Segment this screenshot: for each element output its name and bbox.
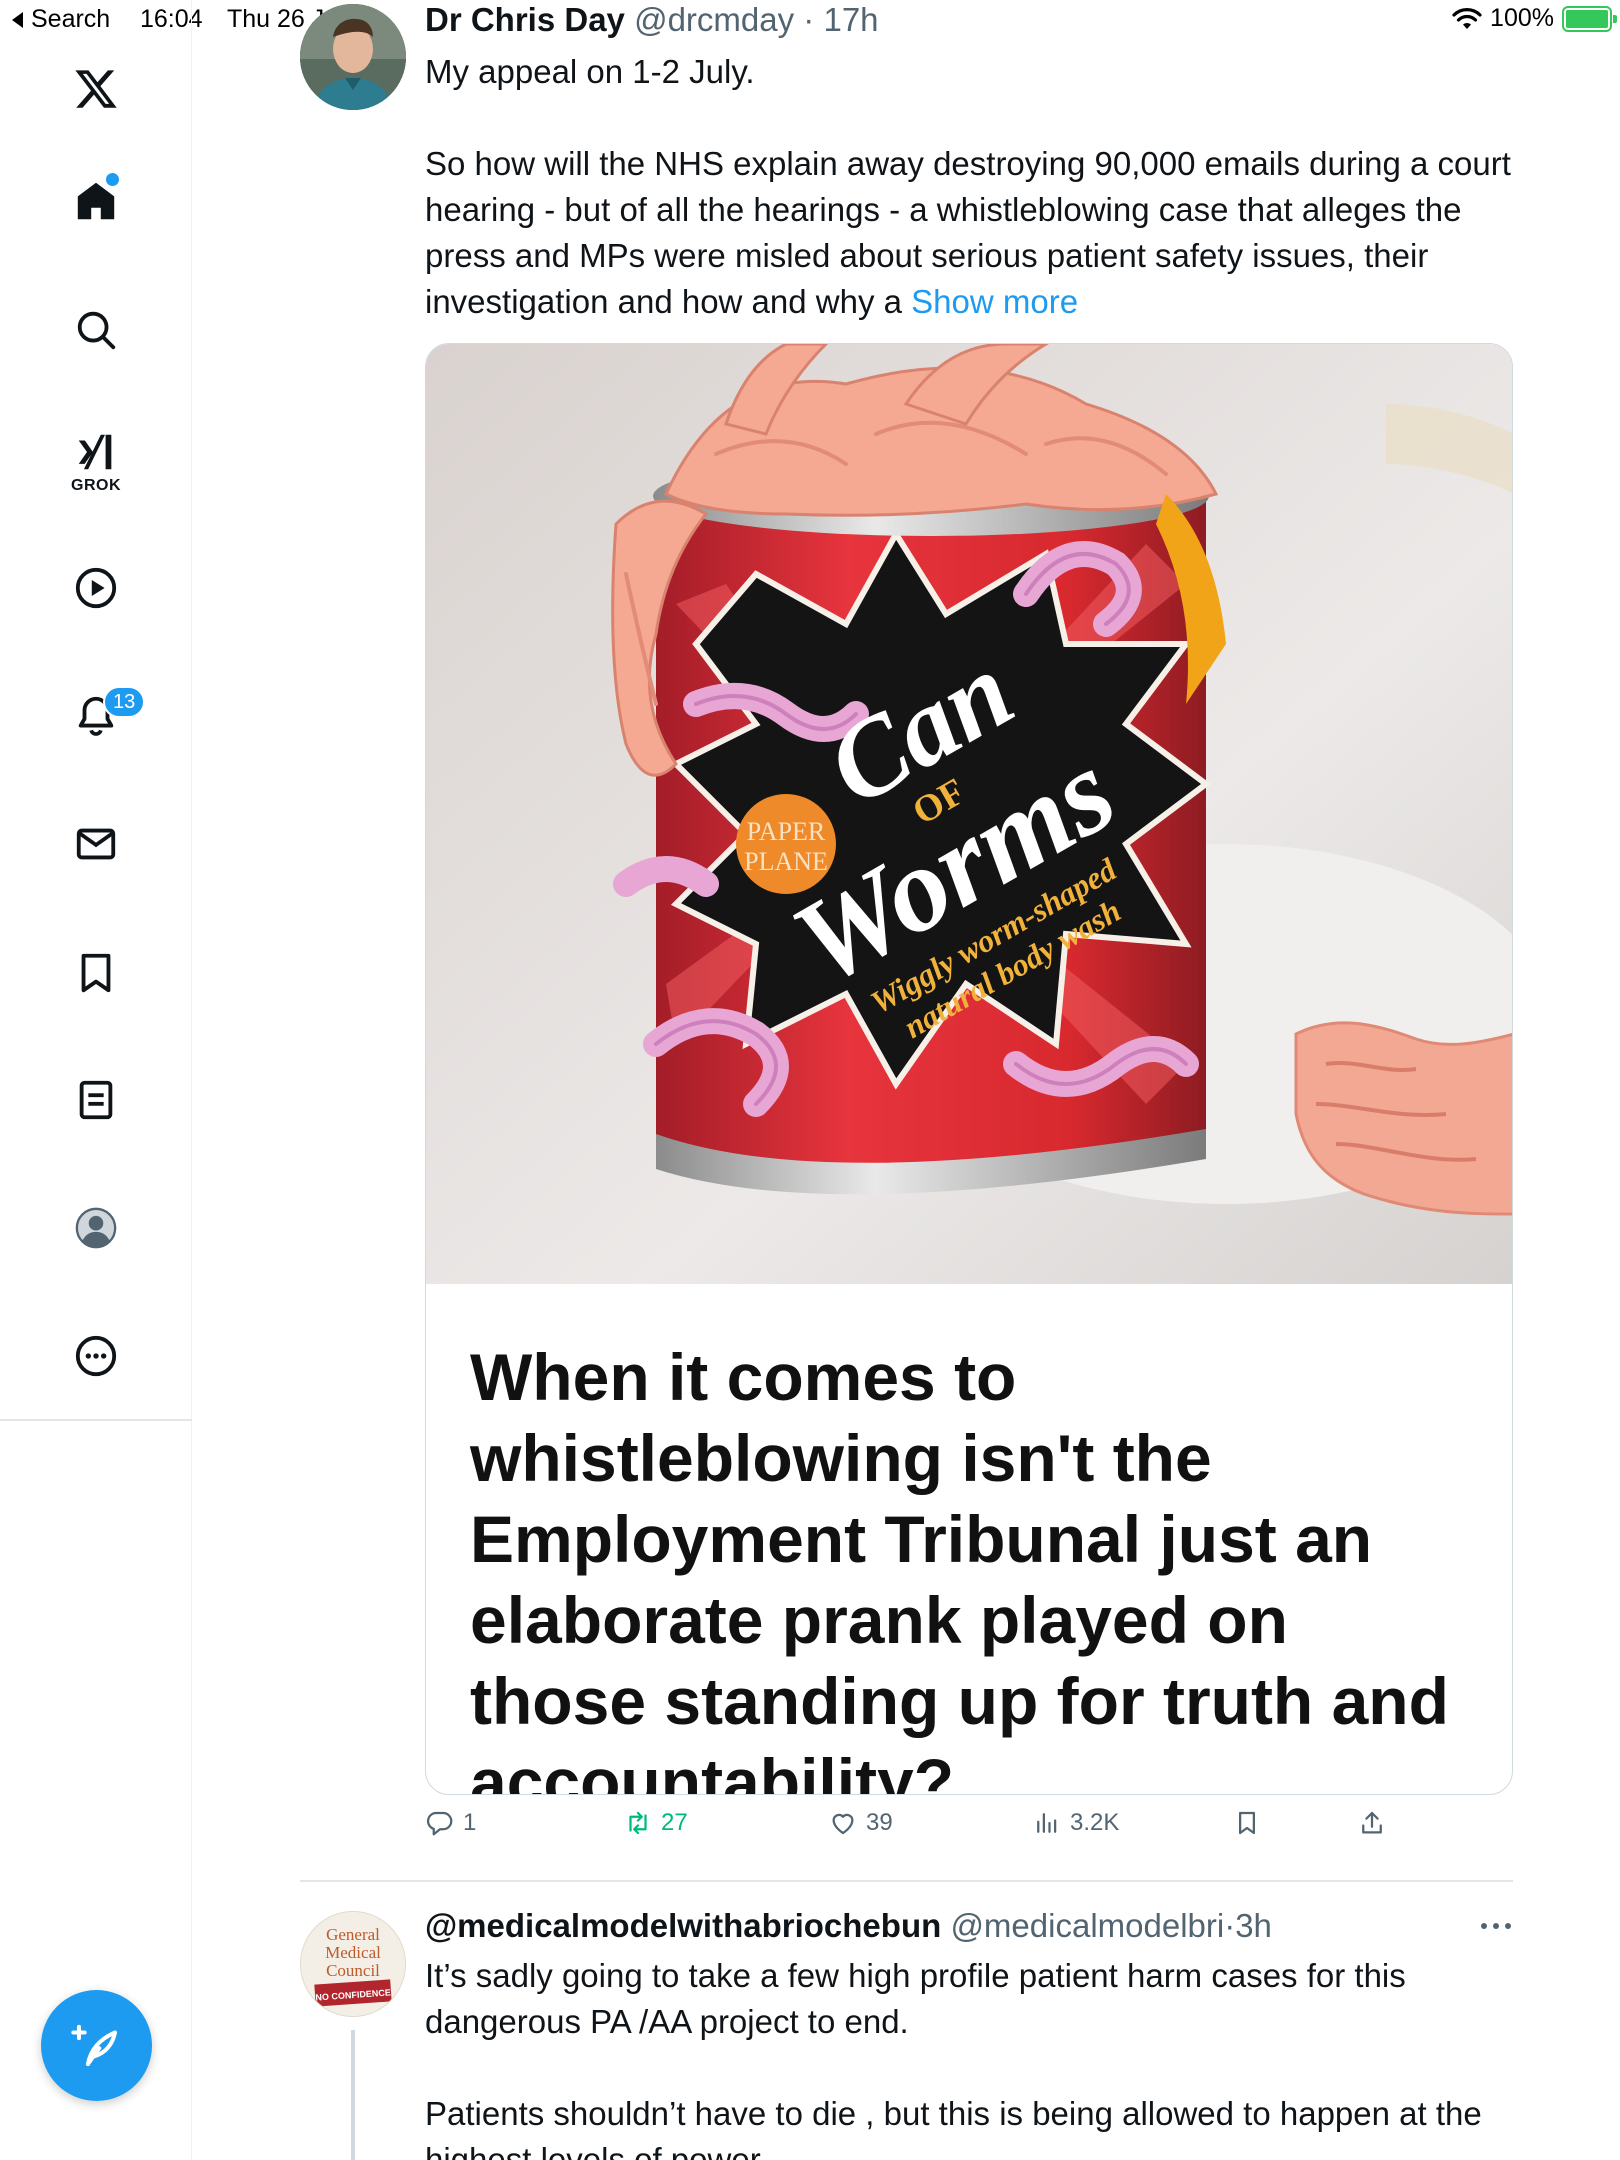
more-options-icon[interactable] — [1478, 1916, 1514, 1936]
notification-badge: 13 — [103, 686, 146, 718]
author-name[interactable]: Dr Chris Day — [425, 1, 625, 38]
grok-icon[interactable] — [68, 424, 124, 480]
retweet-icon — [629, 1811, 647, 1835]
status-right: 100% — [1452, 4, 1617, 33]
card-brand-line1: PAPER — [747, 817, 826, 846]
x-logo-icon[interactable] — [68, 61, 124, 117]
avatar-gmc-line3: Council — [326, 1961, 380, 1980]
views-chart-icon — [1037, 1813, 1057, 1833]
profile-avatar-icon[interactable] — [68, 1200, 124, 1256]
post-time[interactable]: 17h — [823, 1, 878, 38]
like-count: 39 — [866, 1809, 893, 1836]
home-unread-dot — [106, 173, 119, 186]
more-circle-icon[interactable] — [68, 1328, 124, 1384]
tweet-actions: 1 27 39 3.2K — [425, 1808, 1525, 1852]
compose-feather-icon — [70, 2024, 117, 2066]
heart-icon — [832, 1813, 854, 1835]
sidebar-divider — [0, 1419, 192, 1421]
battery-icon — [1562, 5, 1617, 32]
retweet-button[interactable]: 27 — [623, 1808, 688, 1838]
search-icon[interactable] — [68, 302, 124, 358]
grok-label: GROK — [71, 477, 121, 494]
bookmark-icon[interactable] — [68, 945, 124, 1001]
avatar-gmc-line1: General — [326, 1925, 380, 1944]
link-card[interactable]: PAPER PLANE Can OF Worms Wiggly worm-sha… — [425, 343, 1513, 1795]
reply-button[interactable]: 1 — [425, 1808, 476, 1838]
reply-text-para2: Patients shouldn’t have to die , but thi… — [425, 2095, 1482, 2160]
views-button[interactable]: 3.2K — [1032, 1808, 1119, 1838]
bookmark-button[interactable] — [1232, 1808, 1262, 1838]
card-image: PAPER PLANE Can OF Worms Wiggly worm-sha… — [426, 344, 1512, 1284]
author-handle[interactable]: @drcmday — [634, 1, 794, 38]
avatar-gmc-line2: Medical — [325, 1943, 381, 1962]
reply-separator-dot: · — [1224, 1907, 1236, 1944]
author-avatar[interactable] — [300, 4, 406, 110]
reply-author-avatar[interactable]: General Medical Council NO CONFIDENCE — [300, 1911, 406, 2017]
bookmark-outline-icon — [1239, 1811, 1255, 1835]
share-button[interactable] — [1357, 1808, 1387, 1838]
retweet-count: 27 — [661, 1809, 688, 1836]
wifi-icon — [1452, 7, 1482, 29]
video-play-icon[interactable] — [68, 560, 124, 616]
reply-icon — [427, 1811, 453, 1836]
reply-time[interactable]: 3h — [1235, 1907, 1272, 1944]
thread-line — [351, 2030, 355, 2160]
compose-post-button[interactable] — [41, 1990, 152, 2101]
reply-count: 1 — [463, 1809, 477, 1836]
share-upload-icon — [1362, 1811, 1382, 1834]
battery-percent: 100% — [1490, 4, 1554, 32]
show-more-link[interactable]: Show more — [911, 283, 1078, 320]
views-count: 3.2K — [1070, 1809, 1120, 1836]
separator-dot: · — [803, 1, 815, 38]
tweet-header: Dr Chris Day @drcmday · 17h — [425, 1, 879, 39]
reply-header: @medicalmodelwithabriochebun @medicalmod… — [425, 1907, 1272, 1945]
card-headline: When it comes to whistleblowing isn't th… — [470, 1340, 1449, 1795]
tweet-text-para2: So how will the NHS explain away destroy… — [425, 141, 1525, 325]
reply-text-para1: It’s sadly going to take a few high prof… — [425, 1957, 1406, 2040]
mail-icon[interactable] — [68, 816, 124, 872]
sidebar: GROK 13 — [0, 0, 192, 2160]
tweet-divider — [300, 1880, 1513, 1882]
reply-author-name[interactable]: @medicalmodelwithabriochebun — [425, 1907, 941, 1944]
tweet-text-line1: My appeal on 1-2 July. — [425, 53, 755, 90]
like-button[interactable]: 39 — [828, 1808, 893, 1838]
reply-author-handle[interactable]: @medicalmodelbri — [950, 1907, 1224, 1944]
reply-text: It’s sadly going to take a few high prof… — [425, 1953, 1525, 2160]
tweet-text: My appeal on 1-2 July. So how will the N… — [425, 49, 1525, 371]
list-icon[interactable] — [68, 1072, 124, 1128]
